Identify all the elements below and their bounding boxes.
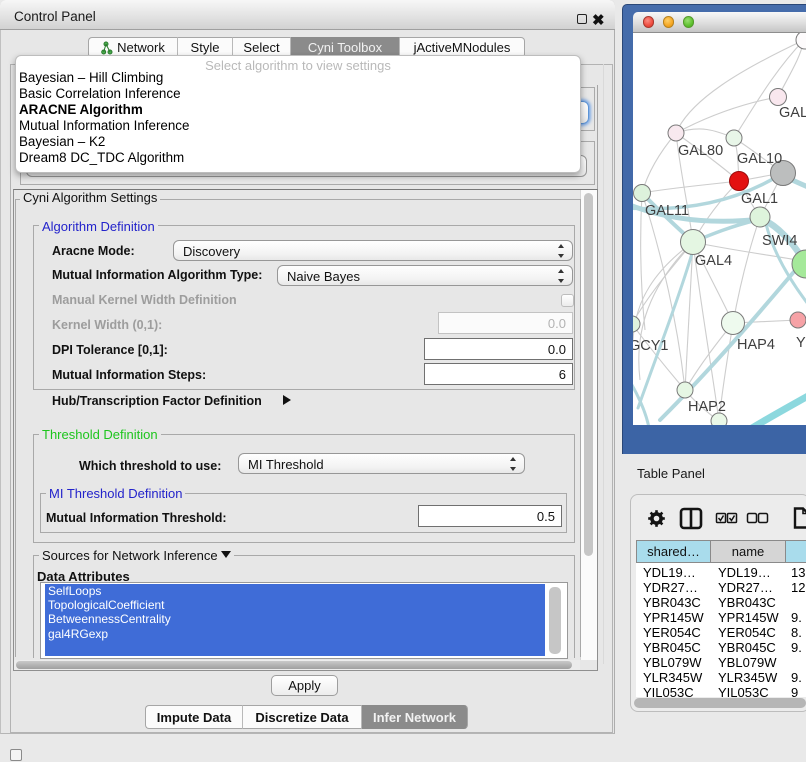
svg-text:GAL10: GAL10 xyxy=(737,151,782,167)
svg-text:GAL4: GAL4 xyxy=(695,253,732,269)
svg-text:GAL1: GAL1 xyxy=(741,191,778,207)
svg-text:Y: Y xyxy=(796,335,806,351)
svg-text:GCY1: GCY1 xyxy=(633,338,669,354)
svg-text:GAL80: GAL80 xyxy=(678,143,723,159)
svg-text:HAP2: HAP2 xyxy=(688,399,726,415)
svg-text:SWI4: SWI4 xyxy=(762,233,797,249)
svg-text:GAL11: GAL11 xyxy=(645,203,689,219)
svg-text:GAL7: GAL7 xyxy=(779,105,806,121)
svg-text:HAP4: HAP4 xyxy=(737,337,775,353)
